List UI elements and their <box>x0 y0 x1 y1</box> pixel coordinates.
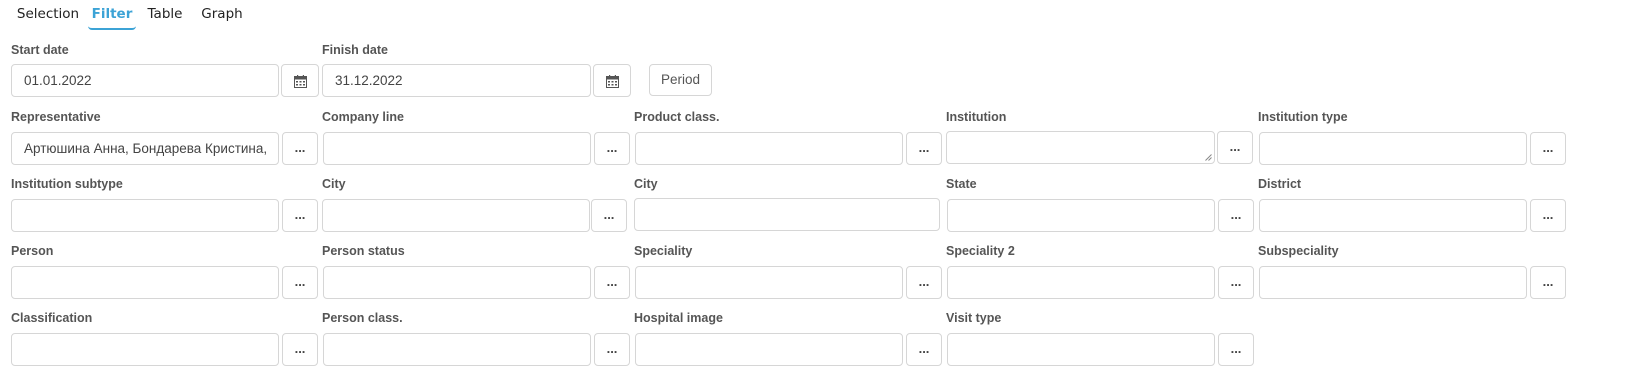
district-label: District <box>1258 177 1302 191</box>
state-input[interactable] <box>947 199 1215 232</box>
representative-label: Representative <box>11 110 101 124</box>
person-browse-button[interactable]: ... <box>282 266 318 299</box>
state-label: State <box>946 177 977 191</box>
visit-type-label: Visit type <box>946 311 1002 325</box>
period-button[interactable]: Period <box>649 64 712 96</box>
subspeciality-input[interactable] <box>1259 266 1527 299</box>
district-input[interactable] <box>1259 199 1527 232</box>
speciality-input[interactable] <box>635 266 903 299</box>
city-browse-button[interactable]: ... <box>591 199 627 232</box>
calendar-icon <box>293 75 307 89</box>
person-class-label: Person class. <box>322 311 403 325</box>
representative-browse-button[interactable]: ... <box>282 132 318 165</box>
speciality-2-label: Speciality 2 <box>946 244 1015 258</box>
hospital-image-input[interactable] <box>635 333 903 366</box>
tab-bar: Selection Filter Table Graph <box>0 0 1634 34</box>
institution-subtype-input[interactable] <box>11 199 279 232</box>
person-status-label: Person status <box>322 244 405 258</box>
institution-subtype-browse-button[interactable]: ... <box>282 199 318 232</box>
company-line-label: Company line <box>322 110 404 124</box>
person-label: Person <box>11 244 54 258</box>
person-status-browse-button[interactable]: ... <box>594 266 630 299</box>
calendar-icon <box>605 75 619 89</box>
city-input[interactable] <box>322 199 590 232</box>
institution-subtype-label: Institution subtype <box>11 177 123 191</box>
speciality-2-browse-button[interactable]: ... <box>1218 266 1254 299</box>
institution-type-input[interactable] <box>1259 132 1527 165</box>
tab-selection[interactable]: Selection <box>12 4 84 30</box>
hospital-image-label: Hospital image <box>634 311 723 325</box>
company-line-browse-button[interactable]: ... <box>594 132 630 165</box>
state-browse-button[interactable]: ... <box>1218 199 1254 232</box>
tab-graph[interactable]: Graph <box>196 4 248 30</box>
finish-date-calendar-button[interactable] <box>593 64 631 97</box>
institution-label: Institution <box>946 110 1007 124</box>
district-browse-button[interactable]: ... <box>1530 199 1566 232</box>
start-date-label: Start date <box>11 43 69 57</box>
institution-textarea[interactable] <box>946 131 1215 164</box>
product-class-browse-button[interactable]: ... <box>906 132 942 165</box>
person-class-browse-button[interactable]: ... <box>594 333 630 366</box>
tab-table[interactable]: Table <box>142 4 188 30</box>
city-2-label: City <box>634 177 658 191</box>
resize-handle-icon[interactable] <box>1205 154 1212 161</box>
company-line-input[interactable] <box>323 132 591 165</box>
start-date-input[interactable]: 01.01.2022 <box>11 64 279 97</box>
speciality-browse-button[interactable]: ... <box>906 266 942 299</box>
institution-type-label: Institution type <box>1258 110 1348 124</box>
person-status-input[interactable] <box>323 266 591 299</box>
product-class-input[interactable] <box>635 132 903 165</box>
city-2-input[interactable] <box>634 198 940 231</box>
finish-date-label: Finish date <box>322 43 388 57</box>
finish-date-input[interactable]: 31.12.2022 <box>322 64 591 97</box>
speciality-label: Speciality <box>634 244 693 258</box>
city-label: City <box>322 177 346 191</box>
classification-browse-button[interactable]: ... <box>282 333 318 366</box>
person-input[interactable] <box>11 266 279 299</box>
classification-input[interactable] <box>11 333 279 366</box>
institution-browse-button[interactable]: ... <box>1217 131 1253 164</box>
start-date-calendar-button[interactable] <box>281 64 319 97</box>
hospital-image-browse-button[interactable]: ... <box>906 333 942 366</box>
visit-type-browse-button[interactable]: ... <box>1218 333 1254 366</box>
subspeciality-browse-button[interactable]: ... <box>1530 266 1566 299</box>
subspeciality-label: Subspeciality <box>1258 244 1339 258</box>
visit-type-input[interactable] <box>947 333 1215 366</box>
product-class-label: Product class. <box>634 110 720 124</box>
tab-filter[interactable]: Filter <box>88 4 136 30</box>
person-class-input[interactable] <box>323 333 591 366</box>
classification-label: Classification <box>11 311 93 325</box>
representative-input[interactable]: Артюшина Анна, Бондарева Кристина, <box>11 132 279 165</box>
institution-type-browse-button[interactable]: ... <box>1530 132 1566 165</box>
speciality-2-input[interactable] <box>947 266 1215 299</box>
